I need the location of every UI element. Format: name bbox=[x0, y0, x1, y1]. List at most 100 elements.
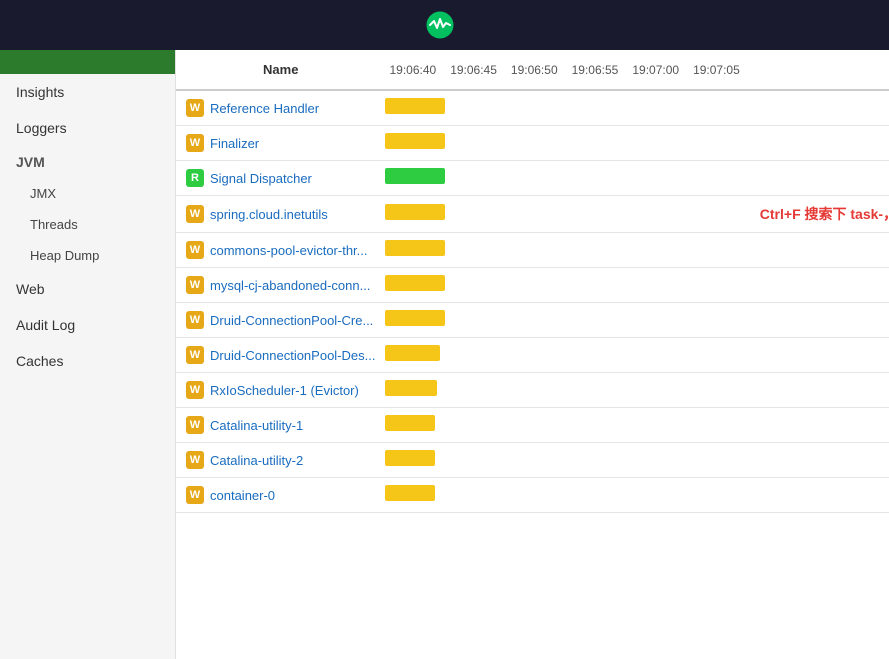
sidebar-item-web[interactable]: Web bbox=[0, 271, 175, 307]
threads-tbody: W Reference Handler W Finalizer R Signal… bbox=[176, 90, 889, 513]
thread-bar bbox=[385, 415, 435, 431]
thread-name-cell-7: W Druid-ConnectionPool-Des... bbox=[176, 338, 385, 373]
thread-bar bbox=[385, 240, 445, 256]
thread-timeline-cell-5 bbox=[385, 268, 749, 303]
thread-annotation-6 bbox=[750, 303, 889, 338]
thread-label: Reference Handler bbox=[210, 101, 319, 116]
thread-bar bbox=[385, 345, 440, 361]
thread-label: container-0 bbox=[210, 488, 275, 503]
thread-annotation-7 bbox=[750, 338, 889, 373]
thread-name-cell-2: R Signal Dispatcher bbox=[176, 161, 385, 196]
thread-timeline-cell-7 bbox=[385, 338, 749, 373]
sidebar-item-jvm[interactable]: JVM bbox=[0, 146, 175, 178]
thread-label: Druid-ConnectionPool-Des... bbox=[210, 348, 375, 363]
thread-name-cell-11: W container-0 bbox=[176, 478, 385, 513]
sidebar-item-caches[interactable]: Caches bbox=[0, 343, 175, 379]
thread-bar bbox=[385, 450, 435, 466]
thread-label: Druid-ConnectionPool-Cre... bbox=[210, 313, 373, 328]
thread-label: Catalina-utility-1 bbox=[210, 418, 303, 433]
thread-annotation-5 bbox=[750, 268, 889, 303]
table-header-row: Name 19:06:40 19:06:45 19:06:50 19:06:55… bbox=[176, 50, 889, 90]
thread-timeline-cell-1 bbox=[385, 126, 749, 161]
table-row: W Finalizer bbox=[176, 126, 889, 161]
thread-timeline-cell-11 bbox=[385, 478, 749, 513]
thread-annotation-11 bbox=[750, 478, 889, 513]
main-layout: Insights Loggers JVM JMX Threads Heap Du… bbox=[0, 50, 889, 659]
thread-bar bbox=[385, 485, 435, 501]
col-header-time4: 19:06:55 bbox=[568, 50, 629, 90]
thread-timeline-cell-9 bbox=[385, 408, 749, 443]
thread-label: Signal Dispatcher bbox=[210, 171, 312, 186]
thread-annotation-1 bbox=[750, 126, 889, 161]
threads-table: Name 19:06:40 19:06:45 19:06:50 19:06:55… bbox=[176, 50, 889, 513]
thread-badge: W bbox=[186, 311, 204, 329]
thread-annotation-8 bbox=[750, 373, 889, 408]
thread-badge: W bbox=[186, 381, 204, 399]
table-row: W mysql-cj-abandoned-conn... bbox=[176, 268, 889, 303]
col-header-time1: 19:06:40 bbox=[385, 50, 446, 90]
thread-name-cell-4: W commons-pool-evictor-thr... bbox=[176, 233, 385, 268]
thread-bar bbox=[385, 204, 445, 220]
sidebar-item-heap-dump[interactable]: Heap Dump bbox=[0, 240, 175, 271]
thread-badge: W bbox=[186, 134, 204, 152]
table-row: W Catalina-utility-1 bbox=[176, 408, 889, 443]
table-row: W commons-pool-evictor-thr... bbox=[176, 233, 889, 268]
sidebar-item-loggers[interactable]: Loggers bbox=[0, 110, 175, 146]
col-header-annotation bbox=[750, 50, 889, 90]
col-header-time5: 19:07:00 bbox=[628, 50, 689, 90]
thread-bar bbox=[385, 275, 445, 291]
table-row: W spring.cloud.inetutils Ctrl+F 搜索下 task… bbox=[176, 196, 889, 233]
thread-name-cell-3: W spring.cloud.inetutils bbox=[176, 196, 385, 233]
thread-name-cell-9: W Catalina-utility-1 bbox=[176, 408, 385, 443]
sidebar-item-jmx[interactable]: JMX bbox=[0, 178, 175, 209]
table-row: W Catalina-utility-2 bbox=[176, 443, 889, 478]
thread-badge: W bbox=[186, 241, 204, 259]
content-area: Name 19:06:40 19:06:45 19:06:50 19:06:55… bbox=[176, 50, 889, 659]
thread-annotation-0 bbox=[750, 90, 889, 126]
thread-bar bbox=[385, 133, 445, 149]
thread-badge: W bbox=[186, 205, 204, 223]
thread-label: Catalina-utility-2 bbox=[210, 453, 303, 468]
thread-badge: W bbox=[186, 416, 204, 434]
thread-badge: W bbox=[186, 451, 204, 469]
table-row: W RxIoScheduler-1 (Evictor) bbox=[176, 373, 889, 408]
sidebar-item-insights[interactable]: Insights bbox=[0, 74, 175, 110]
thread-bar bbox=[385, 98, 445, 114]
sidebar-item-threads[interactable]: Threads bbox=[0, 209, 175, 240]
sidebar-app-info bbox=[0, 50, 175, 74]
thread-timeline-cell-3 bbox=[385, 196, 749, 233]
thread-label: spring.cloud.inetutils bbox=[210, 207, 328, 222]
col-header-time6: 19:07:05 bbox=[689, 50, 750, 90]
thread-badge: W bbox=[186, 346, 204, 364]
thread-name-cell-0: W Reference Handler bbox=[176, 90, 385, 126]
thread-annotation-4 bbox=[750, 233, 889, 268]
thread-label: RxIoScheduler-1 (Evictor) bbox=[210, 383, 359, 398]
thread-badge: W bbox=[186, 486, 204, 504]
table-row: R Signal Dispatcher bbox=[176, 161, 889, 196]
thread-label: mysql-cj-abandoned-conn... bbox=[210, 278, 370, 293]
thread-label: commons-pool-evictor-thr... bbox=[210, 243, 368, 258]
thread-badge: W bbox=[186, 99, 204, 117]
logo-icon bbox=[426, 11, 454, 39]
col-header-time3: 19:06:50 bbox=[507, 50, 568, 90]
thread-label: Finalizer bbox=[210, 136, 259, 151]
thread-timeline-cell-0 bbox=[385, 90, 749, 126]
thread-bar bbox=[385, 168, 445, 184]
thread-annotation-2 bbox=[750, 161, 889, 196]
thread-annotation-9 bbox=[750, 408, 889, 443]
table-row: W Druid-ConnectionPool-Des... bbox=[176, 338, 889, 373]
thread-badge: W bbox=[186, 276, 204, 294]
thread-timeline-cell-4 bbox=[385, 233, 749, 268]
table-row: W container-0 bbox=[176, 478, 889, 513]
sidebar-item-audit-log[interactable]: Audit Log bbox=[0, 307, 175, 343]
col-header-name: Name bbox=[176, 50, 385, 90]
thread-name-cell-5: W mysql-cj-abandoned-conn... bbox=[176, 268, 385, 303]
thread-name-cell-10: W Catalina-utility-2 bbox=[176, 443, 385, 478]
thread-timeline-cell-10 bbox=[385, 443, 749, 478]
thread-bar bbox=[385, 380, 437, 396]
table-row: W Druid-ConnectionPool-Cre... bbox=[176, 303, 889, 338]
col-header-time2: 19:06:45 bbox=[446, 50, 507, 90]
sidebar: Insights Loggers JVM JMX Threads Heap Du… bbox=[0, 50, 176, 659]
thread-name-cell-6: W Druid-ConnectionPool-Cre... bbox=[176, 303, 385, 338]
thread-bar bbox=[385, 310, 445, 326]
